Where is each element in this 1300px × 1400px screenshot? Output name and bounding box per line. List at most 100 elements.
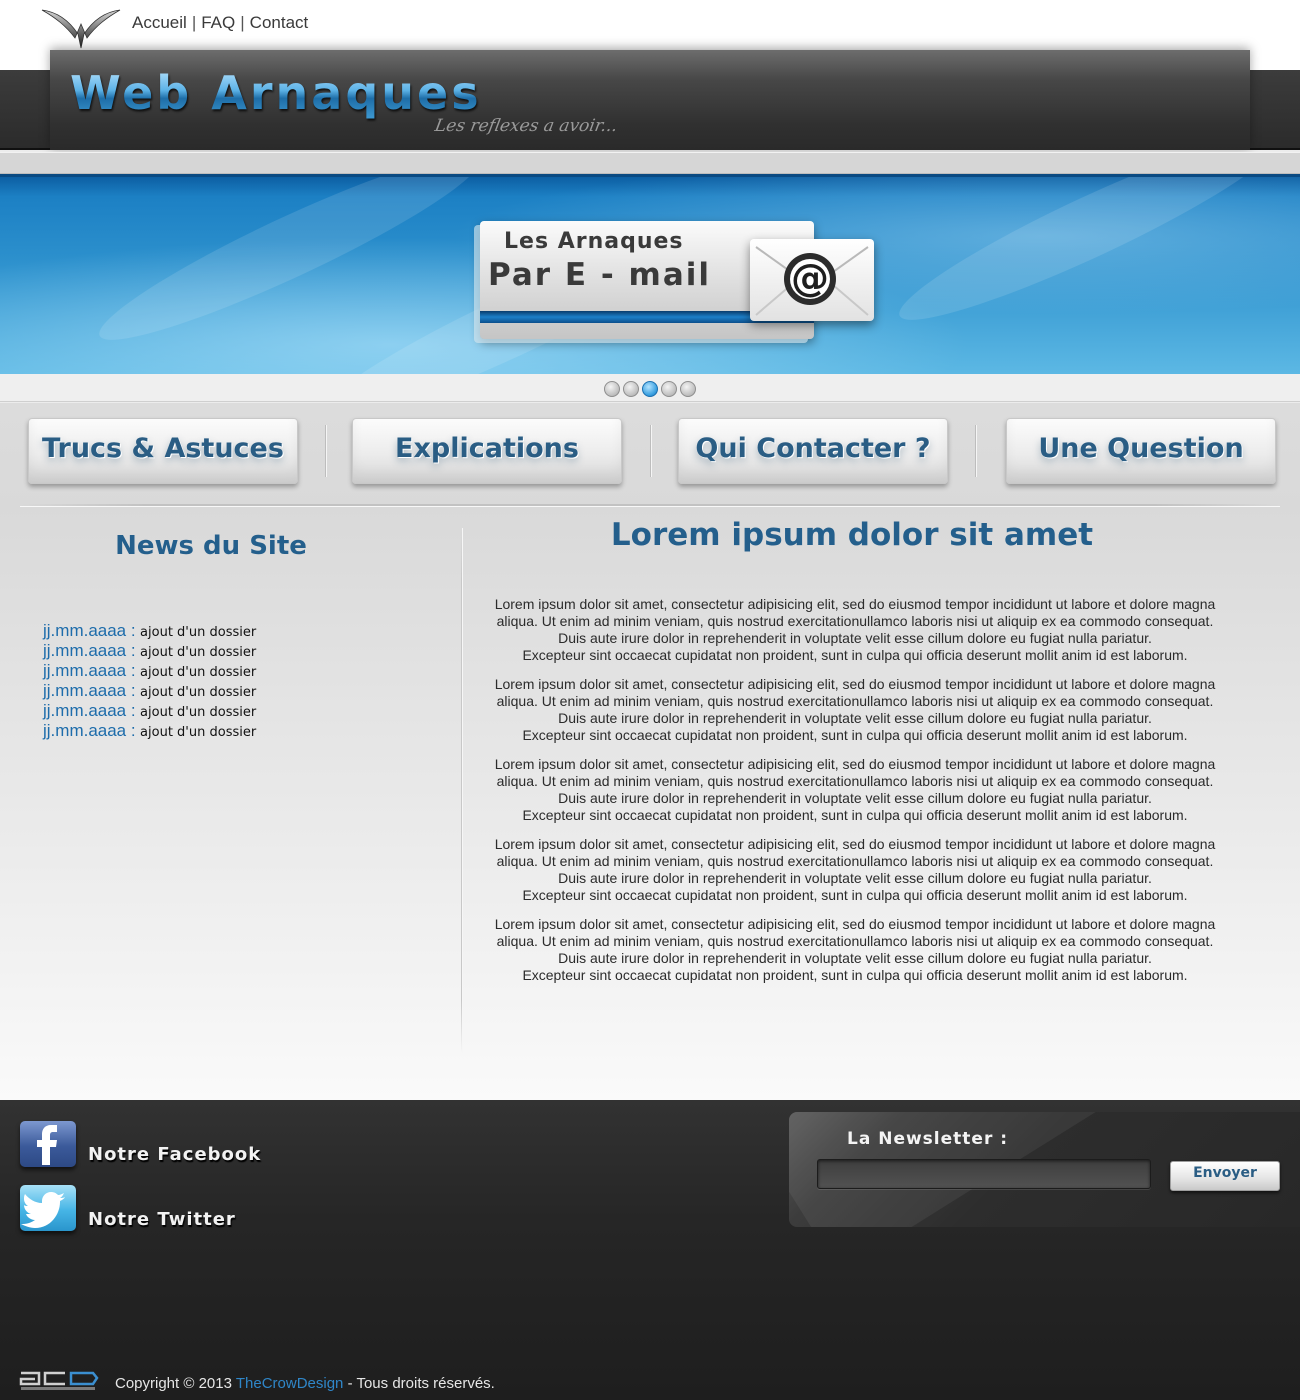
menu-tips-button[interactable]: Trucs & Astuces [28,418,298,484]
site-header: Web Arnaques Les reflexes a avoir... [0,50,1300,150]
menu-separator [975,425,976,477]
slider-dot[interactable] [604,381,620,397]
newsletter-submit-button[interactable]: Envoyer [1170,1161,1280,1191]
menu-explanations-button[interactable]: Explications [352,418,622,484]
news-date: jj.mm.aaaa : [43,641,136,660]
banner-slider[interactable]: Les Arnaques Par E - mail @ [0,174,1300,374]
article-paragraph: Lorem ipsum dolor sit amet, consectetur … [470,836,1240,904]
twitter-glyph [21,1192,65,1228]
article-body: Lorem ipsum dolor sit amet, consectetur … [470,596,1240,996]
paragraph-line: aliqua. Ut enim ad minim veniam, quis no… [496,693,1214,709]
nav-home-link[interactable]: Accueil [132,13,187,32]
nav-contact-link[interactable]: Contact [250,13,309,32]
article-paragraph: Lorem ipsum dolor sit amet, consectetur … [470,676,1240,744]
paragraph-line: Lorem ipsum dolor sit amet, consectetur … [494,836,1216,852]
news-item[interactable]: jj.mm.aaaa : ajout d'un dossier [43,641,256,661]
paragraph-line: Duis aute irure dolor in reprehenderit i… [558,950,1152,966]
paragraph-line: Excepteur sint occaecat cupidatat non pr… [522,647,1188,663]
slide-title-line2: Par E - mail [488,257,711,293]
menu-separator [650,425,651,477]
paragraph-line: Excepteur sint occaecat cupidatat non pr… [522,967,1188,983]
news-item[interactable]: jj.mm.aaaa : ajout d'un dossier [43,621,256,641]
content-area: Trucs & Astuces Explications Qui Contact… [0,403,1300,1103]
at-envelope-icon: @ [750,239,874,321]
paragraph-line: Lorem ipsum dolor sit amet, consectetur … [494,676,1216,692]
paragraph-line: Lorem ipsum dolor sit amet, consectetur … [494,756,1216,772]
newsletter-title: La Newsletter : [847,1129,1009,1149]
news-list: jj.mm.aaaa : ajout d'un dossier jj.mm.aa… [43,621,256,741]
twitter-icon[interactable] [20,1185,76,1231]
news-date: jj.mm.aaaa : [43,721,136,740]
slider-dot[interactable] [680,381,696,397]
news-text: ajout d'un dossier [140,725,257,740]
news-item[interactable]: jj.mm.aaaa : ajout d'un dossier [43,721,256,741]
article-paragraph: Lorem ipsum dolor sit amet, consectetur … [470,596,1240,664]
paragraph-line: Lorem ipsum dolor sit amet, consectetur … [494,596,1216,612]
news-text: ajout d'un dossier [140,665,257,680]
menu-question-button[interactable]: Une Question [1006,418,1276,484]
menu-contact-who-button[interactable]: Qui Contacter ? [678,418,948,484]
bird-logo-icon [41,9,121,49]
acd-logo-icon [19,1371,99,1390]
slider-dots [604,381,696,397]
paragraph-line: Lorem ipsum dolor sit amet, consectetur … [494,916,1216,932]
paragraph-line: Duis aute irure dolor in reprehenderit i… [558,790,1152,806]
site-footer: Notre Facebook Notre Twitter La Newslett… [0,1100,1300,1400]
slider-sheen [886,177,1294,343]
paragraph-line: Duis aute irure dolor in reprehenderit i… [558,870,1152,886]
newsletter-email-input[interactable] [817,1159,1151,1189]
menu-button-label: Qui Contacter ? [695,433,931,464]
header-panel: Web Arnaques Les reflexes a avoir... [50,50,1250,150]
paragraph-line: aliqua. Ut enim ad minim veniam, quis no… [496,773,1214,789]
site-slogan: Les reflexes a avoir... [433,116,620,136]
news-text: ajout d'un dossier [140,625,257,640]
news-text: ajout d'un dossier [140,645,257,660]
nav-faq-link[interactable]: FAQ [201,13,235,32]
svg-text:@: @ [791,256,829,300]
paragraph-line: aliqua. Ut enim ad minim veniam, quis no… [496,933,1214,949]
site-title[interactable]: Web Arnaques [70,66,482,120]
copyright-prefix: Copyright © 2013 [115,1375,232,1392]
top-navigation: Accueil | FAQ | Contact [132,13,308,33]
article-paragraph: Lorem ipsum dolor sit amet, consectetur … [470,916,1240,984]
paragraph-line: Duis aute irure dolor in reprehenderit i… [558,710,1152,726]
menu-divider [20,504,1280,506]
paragraph-line: Duis aute irure dolor in reprehenderit i… [558,630,1152,646]
article-paragraph: Lorem ipsum dolor sit amet, consectetur … [470,756,1240,824]
menu-button-label: Une Question [1038,433,1244,464]
facebook-icon[interactable] [20,1121,76,1167]
paragraph-line: Excepteur sint occaecat cupidatat non pr… [522,887,1188,903]
twitter-link[interactable]: Notre Twitter [88,1209,236,1230]
newsletter-panel: La Newsletter : Envoyer [789,1112,1300,1227]
news-date: jj.mm.aaaa : [43,681,136,700]
menu-separator [325,425,326,477]
slider-dot-active[interactable] [642,381,658,397]
news-item[interactable]: jj.mm.aaaa : ajout d'un dossier [43,681,256,701]
menu-button-label: Trucs & Astuces [42,433,284,464]
news-text: ajout d'un dossier [140,705,257,720]
news-item[interactable]: jj.mm.aaaa : ajout d'un dossier [43,701,256,721]
paragraph-line: Excepteur sint occaecat cupidatat non pr… [522,807,1188,823]
news-item[interactable]: jj.mm.aaaa : ajout d'un dossier [43,661,256,681]
slider-pagination-bar [0,374,1300,402]
paragraph-line: aliqua. Ut enim ad minim veniam, quis no… [496,853,1214,869]
news-text: ajout d'un dossier [140,685,257,700]
slider-dot[interactable] [623,381,639,397]
slide-title-line1: Les Arnaques [504,229,684,254]
news-date: jj.mm.aaaa : [43,701,136,720]
news-date: jj.mm.aaaa : [43,661,136,680]
facebook-link[interactable]: Notre Facebook [88,1144,261,1165]
copyright-text: Copyright © 2013 TheCrowDesign - Tous dr… [115,1375,495,1392]
news-title: News du Site [115,531,307,561]
menu-button-label: Explications [395,433,579,464]
copyright-suffix: - Tous droits réservés. [347,1375,495,1392]
paragraph-line: aliqua. Ut enim ad minim veniam, quis no… [496,613,1214,629]
news-date: jj.mm.aaaa : [43,621,136,640]
nav-separator: | [240,13,245,32]
slider-dot[interactable] [661,381,677,397]
copyright-brand-link[interactable]: TheCrowDesign [236,1375,344,1392]
article-title: Lorem ipsum dolor sit amet [610,517,1094,553]
facebook-glyph [37,1125,57,1165]
column-divider [461,528,462,1053]
nav-separator: | [191,13,197,32]
